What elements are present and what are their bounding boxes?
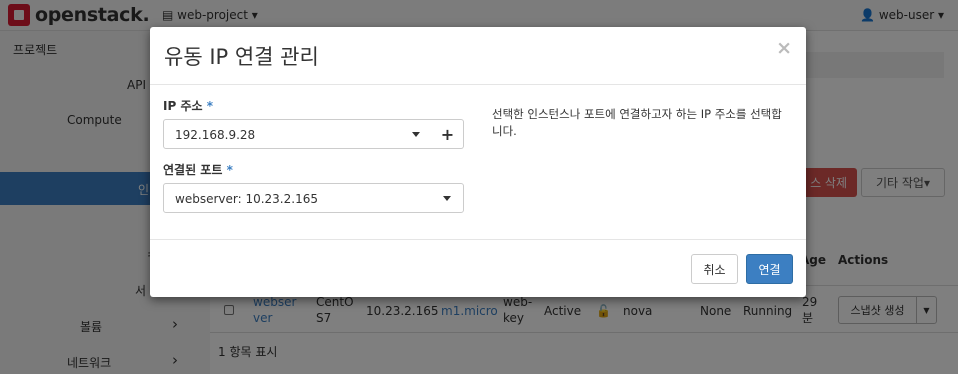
cancel-button[interactable]: 취소 — [691, 254, 738, 284]
ip-address-select[interactable]: 192.168.9.28 — [163, 119, 433, 149]
port-value: webserver: 10.23.2.165 — [175, 192, 318, 206]
port-label-text: 연결된 포트 — [163, 163, 223, 177]
connect-button[interactable]: 연결 — [746, 254, 793, 284]
required-icon: * — [226, 163, 233, 177]
ip-address-value: 192.168.9.28 — [175, 128, 256, 142]
port-select[interactable]: webserver: 10.23.2.165 — [163, 183, 464, 213]
chevron-down-icon — [412, 132, 420, 137]
close-icon[interactable]: × — [776, 37, 792, 59]
modal-header: 유동 IP 연결 관리 × — [150, 27, 806, 85]
associate-floating-ip-dialog: 유동 IP 연결 관리 × IP 주소 * 192.168.9.28 + 연결된… — [150, 27, 806, 297]
ip-address-label-text: IP 주소 — [163, 99, 203, 113]
ip-address-label: IP 주소 * — [163, 97, 213, 114]
modal-title: 유동 IP 연결 관리 — [164, 45, 319, 69]
port-label: 연결된 포트 * — [163, 161, 233, 178]
help-text: 선택한 인스턴스나 포트에 연결하고자 하는 IP 주소를 선택합니다. — [492, 107, 782, 138]
chevron-down-icon — [443, 196, 451, 201]
required-icon: * — [206, 99, 213, 113]
allocate-ip-button[interactable]: + — [432, 119, 464, 149]
